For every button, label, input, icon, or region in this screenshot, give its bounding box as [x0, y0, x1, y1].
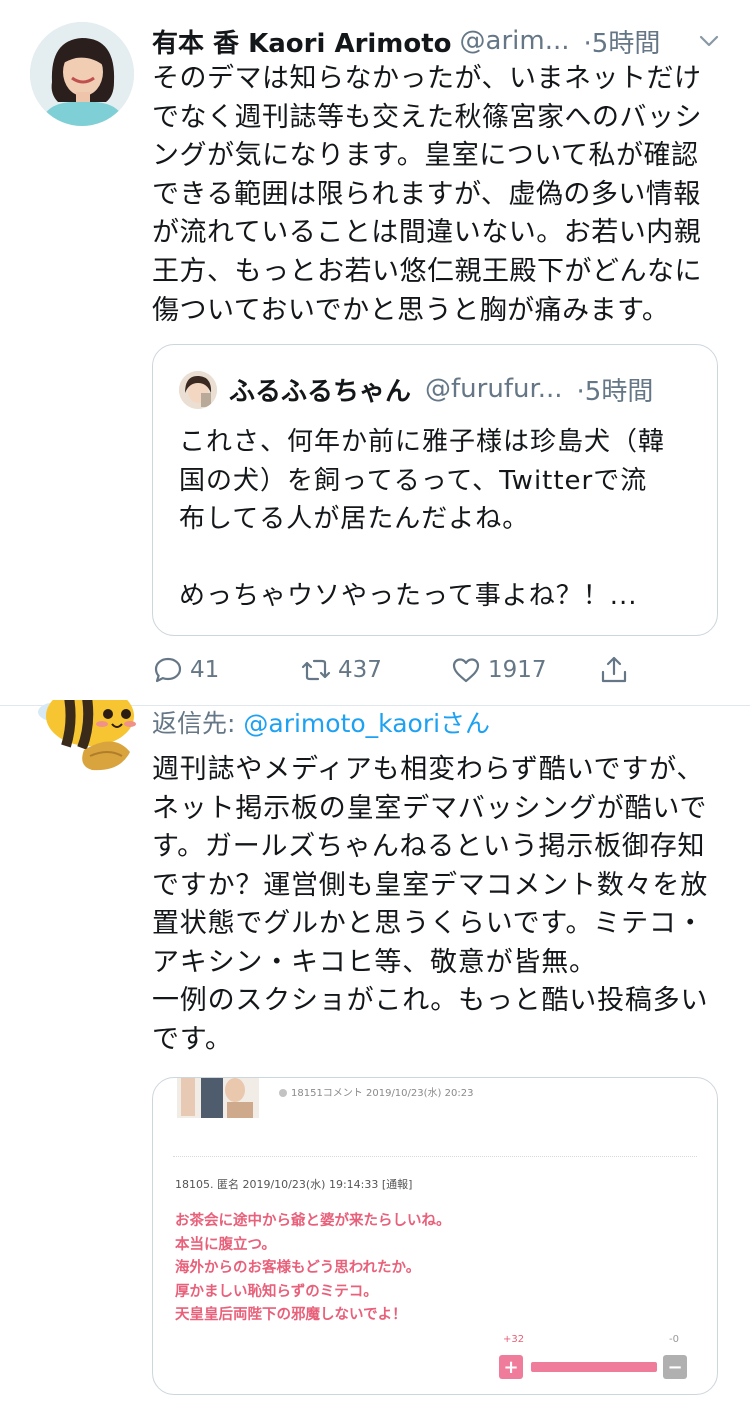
post-text: お茶会に途中から爺と婆が来たらしいね。 本当に腹立つ。 海外からのお客様もどう思… [175, 1210, 451, 1328]
quoted-author-name: ふるふるちゃん [229, 376, 412, 407]
bee-avatar [38, 700, 136, 771]
reply-label: 返信先: [152, 709, 244, 738]
quoted-time: ·5時間 [576, 376, 654, 407]
tweet-actions: 41 437 1917 [152, 648, 712, 692]
tweet-text: そのデマは知らなかったが、いまネットだけ でなく週刊誌等も交えた秋篠宮家へのバッ… [152, 63, 702, 326]
plus-vote-count: +32 [503, 1334, 525, 1345]
tweet-time[interactable]: ·5時間 [584, 23, 661, 60]
chevron-down-icon[interactable] [698, 30, 720, 52]
vote-ratio-bar [531, 1362, 657, 1372]
author-handle[interactable]: @arim... [460, 26, 570, 56]
reply-author-avatar[interactable] [28, 700, 140, 780]
post-line: 海外からのお客様もどう思われたか。 [175, 1260, 421, 1277]
avatar-photo [179, 371, 217, 409]
reply-text: 週刊誌やメディアも相変わらず酷いですが、 ネット掲示板の皇室デマバッシングが酷い… [152, 754, 709, 1055]
post-line: 天皇皇后両陛下の邪魔しないでよ！ [175, 1307, 407, 1324]
post-line: 本当に腹立つ。 [175, 1236, 276, 1253]
share-button[interactable] [598, 648, 636, 692]
like-count: 1917 [488, 657, 547, 683]
retweet-button[interactable]: 437 [300, 648, 382, 692]
avatar-photo [30, 22, 134, 126]
plus-vote-icon: + [499, 1355, 523, 1379]
reply-suffix: さん [440, 709, 491, 738]
reply-context: 返信先: @arimoto_kaoriさん [152, 704, 490, 740]
like-button[interactable]: 1917 [450, 648, 547, 692]
quoted-author-handle: @furufur... [425, 374, 563, 404]
tweet-card[interactable]: 有本 香 Kaori Arimoto @arim... ·5時間 そのデマは知ら… [0, 0, 750, 706]
post-line: お茶会に途中から爺と婆が来たらしいね。 [175, 1213, 451, 1229]
tweet-header: 有本 香 Kaori Arimoto @arim... ·5時間 [152, 22, 730, 60]
reply-mention-link[interactable]: @arimoto_kaori [243, 709, 440, 738]
post-meta: 18105. 匿名 2019/10/23(水) 19:14:33 [通報] [175, 1178, 413, 1191]
divider [173, 1156, 697, 1157]
quoted-header: ふるふるちゃん @furufur... ·5時間 [229, 367, 697, 411]
minus-vote-count: -0 [669, 1334, 679, 1345]
quoted-tweet[interactable]: ふるふるちゃん @furufur... ·5時間 これさ、何年か前に雅子様は珍島… [152, 344, 718, 636]
retweet-count: 437 [338, 657, 382, 683]
author-name[interactable]: 有本 香 Kaori Arimoto [152, 23, 452, 60]
comment-meta: 18151コメント 2019/10/23(水) 20:23 [279, 1084, 473, 1099]
thumbnail-image [177, 1078, 259, 1126]
reply-button[interactable]: 41 [152, 648, 219, 692]
share-icon [601, 656, 627, 683]
retweet-icon [301, 659, 331, 681]
post-line: 厚かましい恥知らずのミテコ。 [175, 1283, 378, 1300]
quoted-text: これさ、何年か前に雅子様は珍島犬（韓 国の犬）を飼ってるって、Twitterで流… [179, 427, 666, 611]
quoted-author-avatar [179, 371, 217, 409]
reply-count: 41 [190, 657, 220, 683]
minus-vote-icon: − [663, 1355, 687, 1379]
author-avatar[interactable] [30, 22, 134, 126]
attached-image[interactable]: 18151コメント 2019/10/23(水) 20:23 18105. 匿名 … [152, 1077, 718, 1395]
like-icon [452, 658, 480, 683]
reply-icon [154, 657, 182, 683]
comment-icon [279, 1089, 287, 1097]
